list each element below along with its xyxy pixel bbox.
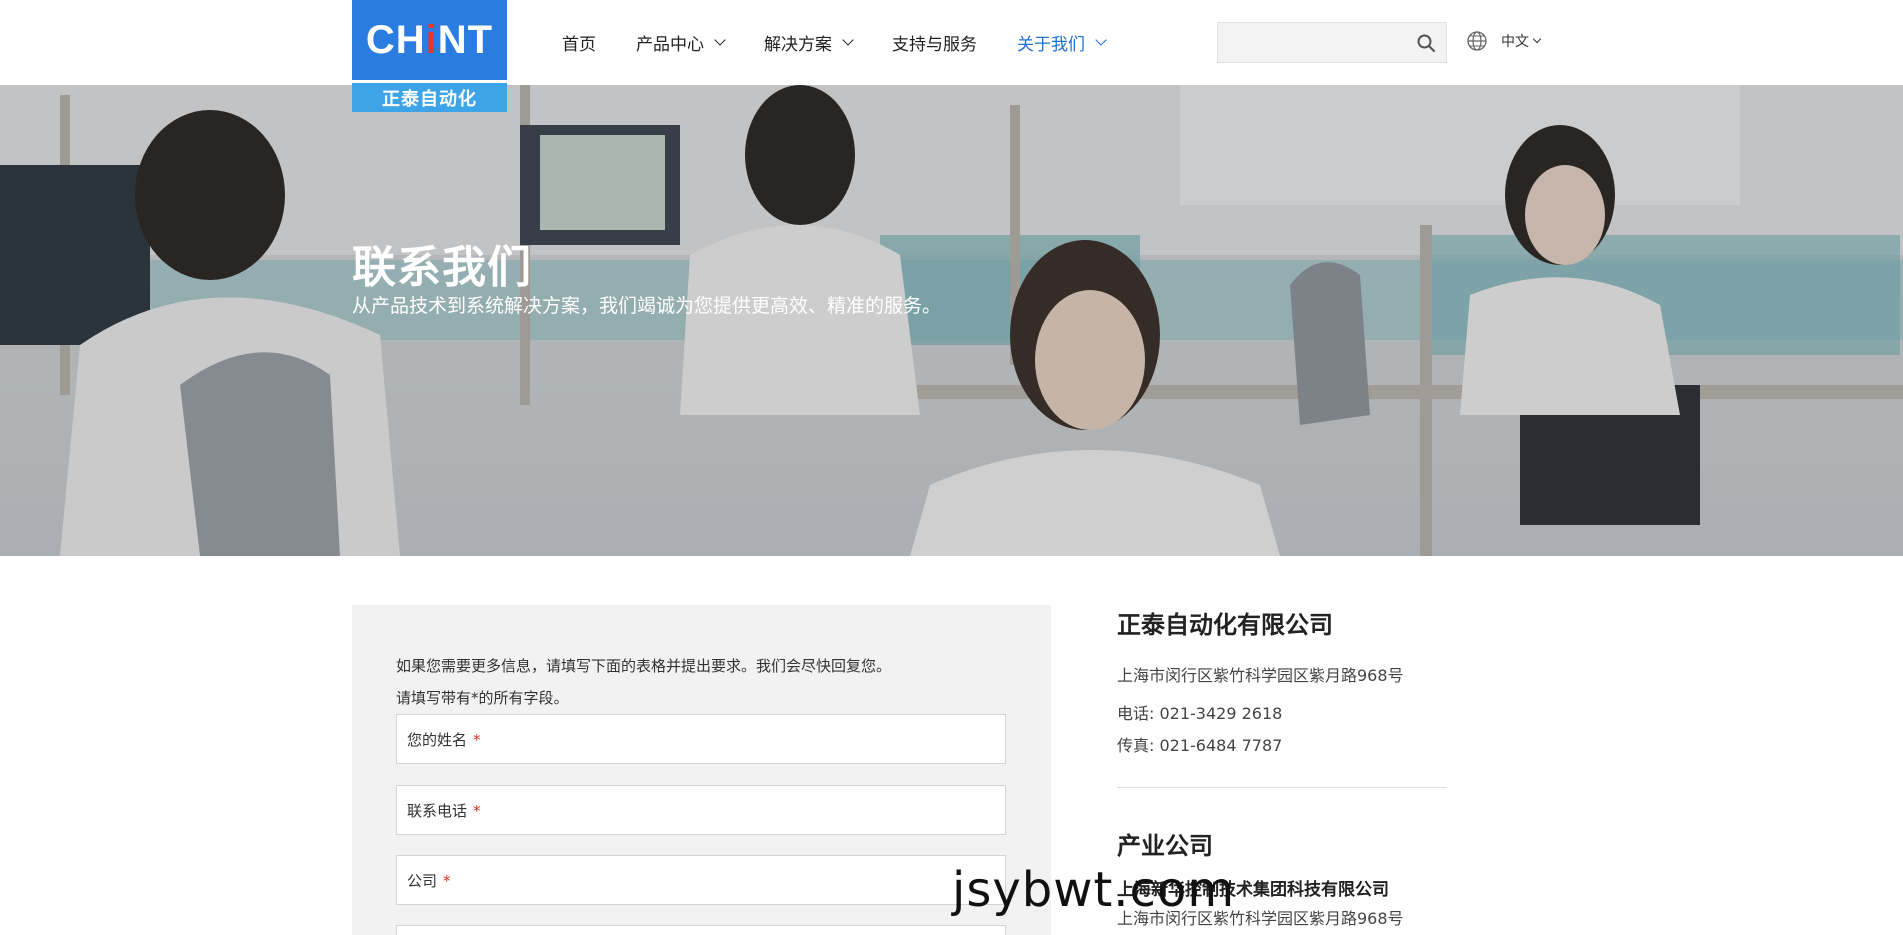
subsidiaries-title: 产业公司 [1117,832,1213,860]
hero-overlay [0,85,1903,556]
company-fax: 传真: 021-6484 7787 [1117,736,1283,755]
nav-about[interactable]: 关于我们 [1017,30,1107,55]
page-subtitle: 从产品技术到系统解决方案，我们竭诚为您提供更高效、精准的服务。 [352,295,942,317]
search-box [1217,22,1447,63]
logo-tagline: 正泰自动化 [352,80,507,112]
nav-products[interactable]: 产品中心 [636,30,726,55]
nav-solutions[interactable]: 解决方案 [764,30,854,55]
watermark-text: jsybwt.com [952,862,1236,918]
language-label: 中文 [1501,34,1529,50]
chevron-down-icon [1095,34,1107,46]
language-switcher[interactable]: 中文 [1466,30,1542,52]
nav-about-label: 关于我们 [1017,35,1085,55]
form-intro-text: 如果您需要更多信息，请填写下面的表格并提出要求。我们会尽快回复您。 [396,657,892,675]
next-field[interactable] [396,925,1006,935]
company-input[interactable] [397,856,1005,904]
chevron-down-icon [1532,34,1542,43]
nav-support-label: 支持与服务 [892,35,977,55]
search-icon[interactable] [1416,33,1436,53]
logo-text: CHiNT [365,17,494,62]
nav-home[interactable]: 首页 [562,30,596,55]
page-title: 联系我们 [352,242,532,293]
nav-home-label: 首页 [562,35,596,55]
divider [1117,787,1447,788]
form-required-note: 请填写带有*的所有字段。 [396,689,569,707]
company-phone: 电话: 021-3429 2618 [1117,704,1283,723]
nav-products-label: 产品中心 [636,35,704,55]
company-address: 上海市闵行区紫竹科学园区紫月路968号 [1117,666,1404,685]
logo-wordmark: CHiNT [352,0,507,80]
nav-support[interactable]: 支持与服务 [892,30,977,55]
search-input[interactable] [1218,23,1408,62]
phone-input[interactable] [397,786,1005,834]
site-header: CHiNT 正泰自动化 首页 产品中心 解决方案 支持与服务 关于我们 中文 [0,0,1903,112]
name-input[interactable] [397,715,1005,763]
phone-field[interactable]: 联系电话 * [396,785,1006,835]
nav-solutions-label: 解决方案 [764,35,832,55]
name-field[interactable]: 您的姓名 * [396,714,1006,764]
chevron-down-icon [842,34,854,46]
hero-banner: 联系我们 从产品技术到系统解决方案，我们竭诚为您提供更高效、精准的服务。 [0,85,1903,556]
globe-icon [1467,31,1487,51]
main-nav: 首页 产品中心 解决方案 支持与服务 关于我们 [562,0,1145,85]
chevron-down-icon [714,34,726,46]
company-field[interactable]: 公司 * [396,855,1006,905]
chint-logo[interactable]: CHiNT 正泰自动化 [352,0,507,112]
company-name: 正泰自动化有限公司 [1117,611,1333,639]
next-input[interactable] [397,926,1005,935]
contact-form: 如果您需要更多信息，请填写下面的表格并提出要求。我们会尽快回复您。 请填写带有*… [352,605,1051,935]
